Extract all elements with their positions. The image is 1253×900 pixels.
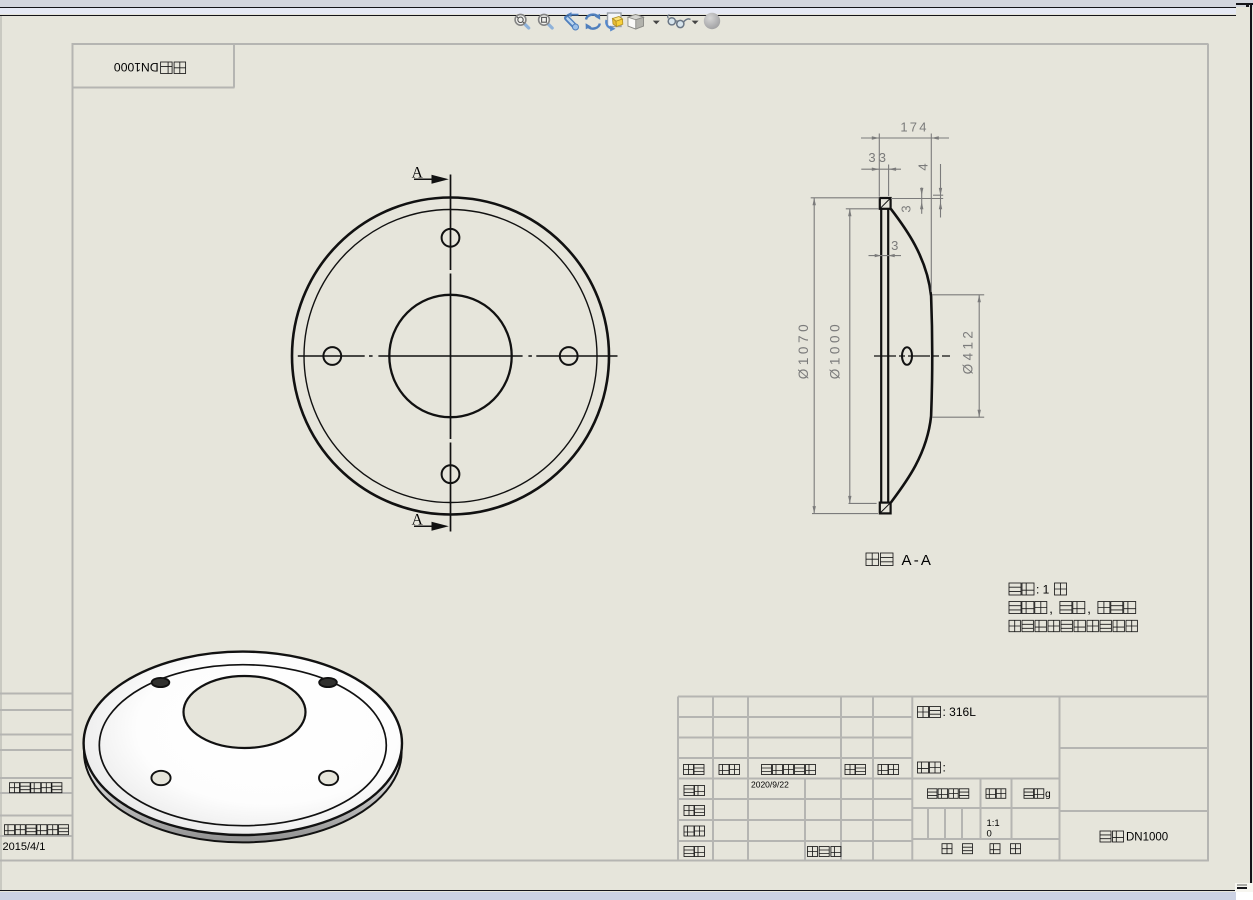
- svg-text:174: 174: [900, 120, 928, 135]
- svg-text:Ø1070: Ø1070: [796, 321, 811, 380]
- svg-text:Ø412: Ø412: [960, 328, 975, 375]
- svg-text:DN1000: DN1000: [114, 60, 159, 74]
- svg-text:,: ,: [1087, 601, 1091, 616]
- svg-text:A: A: [412, 165, 424, 182]
- svg-text:2020/9/22: 2020/9/22: [751, 780, 789, 790]
- svg-text::: :: [943, 761, 946, 775]
- svg-text:A: A: [412, 511, 424, 528]
- svg-text:3: 3: [891, 238, 898, 253]
- svg-text:: 316L: : 316L: [943, 705, 977, 719]
- svg-text:g: g: [1045, 789, 1051, 800]
- svg-text:3: 3: [899, 205, 914, 212]
- svg-text:4: 4: [916, 163, 931, 170]
- svg-text:,: ,: [1049, 601, 1053, 616]
- svg-text:33: 33: [868, 150, 889, 165]
- svg-text:0: 0: [987, 829, 992, 840]
- svg-text:DN1000: DN1000: [1126, 832, 1168, 844]
- svg-text:2015/4/1: 2015/4/1: [3, 841, 46, 853]
- svg-text:: 1: : 1: [1036, 583, 1050, 597]
- svg-text:A-A: A-A: [902, 552, 934, 569]
- svg-text:Ø1000: Ø1000: [828, 321, 843, 380]
- svg-text:1:1: 1:1: [987, 818, 1000, 829]
